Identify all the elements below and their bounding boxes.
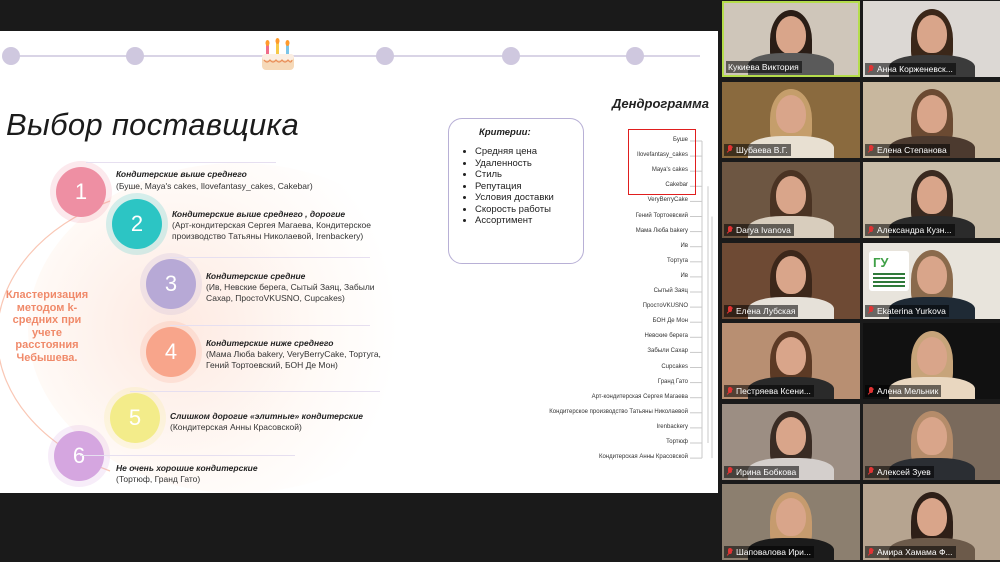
mic-muted-icon [867, 225, 874, 235]
dendrogram-lines [690, 140, 713, 459]
face [776, 256, 806, 295]
participant-name-tag: Алена Мельник [865, 385, 942, 397]
participant-name: Ekaterina Yurkova [877, 305, 946, 316]
mic-muted-icon [867, 386, 874, 396]
participant-tile[interactable]: Амира Хамама Ф... [863, 484, 1000, 560]
participant-name-tag: Алексей Зуев [865, 465, 934, 478]
participant-name-tag: Амира Хамама Ф... [865, 546, 956, 558]
participant-name: Пестряева Ксени... [736, 386, 811, 396]
participant-tile[interactable]: Алексей Зуев [863, 403, 1000, 480]
participant-name-tag: Анна Корженевск... [865, 63, 956, 75]
participant-name-tag: Кукиева Виктория [726, 61, 802, 73]
mic-muted-icon [867, 145, 874, 154]
participant-tile[interactable]: Елена Степанова [863, 81, 1000, 158]
participant-name-tag: Елена Лубская [724, 304, 799, 317]
participant-tile[interactable]: Шубаева В.Г. [722, 81, 860, 158]
face [917, 497, 947, 536]
logo-text: ГУ [873, 254, 889, 270]
participant-tile[interactable]: Ирина Бобкова [722, 403, 860, 480]
zoom-window: Выбор поставщика Кластеризация методом k… [0, 0, 1000, 562]
highlight-box [628, 129, 696, 195]
university-logo-icon: ГУ [869, 250, 909, 291]
participant-tile[interactable]: Алена Мельник [863, 323, 1000, 399]
mic-muted-icon [867, 306, 874, 315]
face [917, 256, 947, 295]
mic-muted-icon [867, 467, 874, 476]
mic-muted-icon [867, 64, 874, 74]
face [776, 497, 806, 536]
participant-name-tag: Ирина Бобкова [724, 465, 800, 478]
face [917, 95, 947, 134]
participant-name: Анна Корженевск... [877, 64, 953, 74]
participant-tile[interactable]: Анна Корженевск... [863, 1, 1000, 77]
mic-muted-icon [726, 547, 733, 557]
face [776, 417, 806, 456]
mic-muted-icon [726, 145, 733, 154]
participant-name: Кукиева Виктория [728, 62, 799, 72]
mic-muted-icon [726, 386, 733, 396]
participant-name: Алена Мельник [877, 386, 939, 396]
participant-name-tag: Пестряева Ксени... [724, 385, 814, 397]
mic-muted-icon [867, 547, 874, 557]
participant-name-tag: Елена Степанова [865, 143, 950, 156]
face [776, 15, 806, 54]
mic-muted-icon [726, 306, 733, 315]
face [776, 175, 806, 214]
face [917, 14, 947, 53]
participant-name: Амира Хамама Ф... [877, 547, 953, 557]
participant-name: Darya Ivanova [736, 225, 791, 235]
participant-name: Шаповалова Ири... [736, 547, 811, 557]
participant-tile[interactable]: Кукиева Виктория [722, 1, 860, 77]
face [917, 417, 947, 456]
participant-name: Шубаева В.Г. [736, 144, 788, 155]
participant-name: Александра Кузн... [877, 225, 952, 235]
participant-tile[interactable]: Пестряева Ксени... [722, 323, 860, 399]
mic-muted-icon [726, 225, 733, 235]
participant-name-tag: Шаповалова Ири... [724, 546, 814, 558]
participant-tile[interactable]: Darya Ivanova [722, 162, 860, 238]
face [917, 175, 947, 214]
face [776, 336, 806, 375]
participant-tile[interactable]: ГУ Ekaterina Yurkova [863, 242, 1000, 319]
participant-name: Елена Степанова [877, 144, 947, 155]
participant-name-tag: Ekaterina Yurkova [865, 304, 949, 317]
face [917, 336, 947, 375]
participant-name: Елена Лубская [736, 305, 796, 316]
participant-tile[interactable]: Александра Кузн... [863, 162, 1000, 238]
participant-name-tag: Darya Ivanova [724, 224, 794, 236]
participant-tile[interactable]: Елена Лубская [722, 242, 860, 319]
mic-muted-icon [726, 467, 733, 476]
participant-name-tag: Шубаева В.Г. [724, 143, 791, 156]
shared-slide: Выбор поставщика Кластеризация методом k… [0, 31, 718, 493]
participant-name: Ирина Бобкова [736, 466, 797, 477]
participant-tile[interactable]: Шаповалова Ири... [722, 484, 860, 560]
participant-name-tag: Александра Кузн... [865, 224, 955, 236]
participant-name: Алексей Зуев [877, 466, 931, 477]
face [776, 95, 806, 134]
